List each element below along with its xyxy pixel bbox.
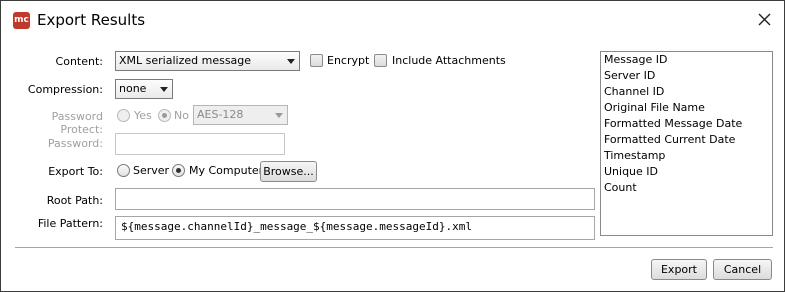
export-to-my-computer-radio[interactable]	[172, 164, 185, 177]
export-to-label: Export To:	[48, 165, 103, 178]
compression-select[interactable]: none	[115, 79, 173, 99]
app-logo-icon: mc	[13, 12, 30, 29]
list-item[interactable]: Formatted Current Date	[601, 132, 772, 148]
list-item[interactable]: Server ID	[601, 68, 772, 84]
variables-list[interactable]: Message ID Server ID Channel ID Original…	[600, 51, 773, 236]
export-button[interactable]: Export	[651, 259, 707, 280]
list-item[interactable]: Timestamp	[601, 148, 772, 164]
encrypt-checkbox[interactable]	[310, 54, 323, 67]
file-pattern-label: File Pattern:	[37, 217, 103, 230]
list-item[interactable]: Unique ID	[601, 164, 772, 180]
include-attachments-checkbox[interactable]	[374, 54, 387, 67]
include-attachments-label: Include Attachments	[392, 54, 506, 67]
chevron-down-icon	[287, 59, 295, 64]
chevron-down-icon	[275, 113, 283, 118]
root-path-label: Root Path:	[46, 194, 103, 207]
footer-divider	[15, 247, 773, 249]
list-item[interactable]: Message ID	[601, 52, 772, 68]
password-protect-label: Password Protect:	[51, 110, 103, 136]
password-protect-no-radio[interactable]	[158, 109, 171, 122]
list-item[interactable]: Original File Name	[601, 100, 772, 116]
export-results-dialog: mc Export Results Content: XML serialize…	[0, 0, 785, 292]
content-select[interactable]: XML serialized message	[115, 51, 300, 71]
close-icon[interactable]	[753, 8, 775, 30]
compression-select-value: none	[119, 82, 147, 95]
password-protect-yes-label: Yes	[134, 109, 152, 122]
chevron-down-icon	[160, 87, 168, 92]
export-to-server-radio[interactable]	[117, 164, 130, 177]
password-protect-yes-radio[interactable]	[117, 109, 130, 122]
content-select-value: XML serialized message	[119, 54, 252, 67]
encryption-algorithm-value: AES-128	[197, 108, 244, 121]
export-to-server-label: Server	[133, 164, 170, 177]
list-item[interactable]: Count	[601, 180, 772, 196]
root-path-field[interactable]	[115, 188, 595, 210]
browse-button[interactable]: Browse...	[260, 161, 317, 182]
password-field[interactable]	[115, 133, 285, 155]
dialog-title: Export Results	[37, 11, 146, 29]
password-protect-no-label: No	[174, 109, 189, 122]
list-item[interactable]: Formatted Message Date	[601, 116, 772, 132]
content-label: Content:	[55, 55, 103, 68]
encrypt-label: Encrypt	[327, 54, 370, 67]
password-label: Password:	[47, 137, 103, 150]
cancel-button[interactable]: Cancel	[713, 259, 772, 280]
file-pattern-field[interactable]: ${message.channelId}_message_${message.m…	[115, 216, 595, 240]
encryption-algorithm-select[interactable]: AES-128	[193, 105, 288, 125]
compression-label: Compression:	[27, 83, 103, 96]
export-to-my-computer-label: My Computer	[189, 164, 264, 177]
list-item[interactable]: Channel ID	[601, 84, 772, 100]
